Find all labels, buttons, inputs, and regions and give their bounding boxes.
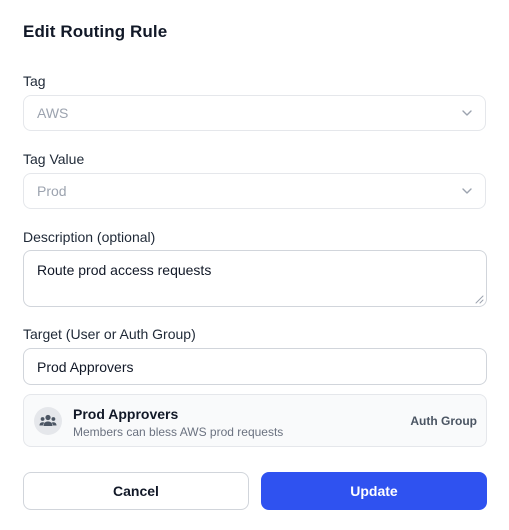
tag-value-select[interactable]: Prod [23,173,486,209]
description-textarea[interactable]: Route prod access requests [23,250,487,307]
update-button[interactable]: Update [261,472,487,510]
group-icon [39,414,57,426]
target-input[interactable]: Prod Approvers [23,348,487,385]
target-label: Target (User or Auth Group) [23,326,196,342]
dialog-title: Edit Routing Rule [23,22,168,41]
avatar [34,407,62,435]
tag-value-select-value: Prod [37,183,67,199]
chevron-down-icon [462,188,472,194]
tag-label: Tag [23,73,46,89]
option-name: Prod Approvers [73,406,179,422]
option-kind-badge: Auth Group [410,414,477,428]
edit-routing-rule-dialog: Edit Routing Rule Tag AWS Tag Value Prod… [0,0,509,530]
tag-select-value: AWS [37,105,69,121]
chevron-down-icon [462,110,472,116]
cancel-button[interactable]: Cancel [23,472,249,510]
target-input-value: Prod Approvers [37,359,134,375]
target-option-prod-approvers[interactable]: Prod Approvers Members can bless AWS pro… [23,394,487,447]
description-label: Description (optional) [23,229,156,245]
tag-value-label: Tag Value [23,151,85,167]
description-text: Route prod access requests [37,262,212,278]
resize-handle-icon[interactable] [475,295,484,304]
option-description: Members can bless AWS prod requests [73,425,284,439]
tag-select[interactable]: AWS [23,95,486,131]
